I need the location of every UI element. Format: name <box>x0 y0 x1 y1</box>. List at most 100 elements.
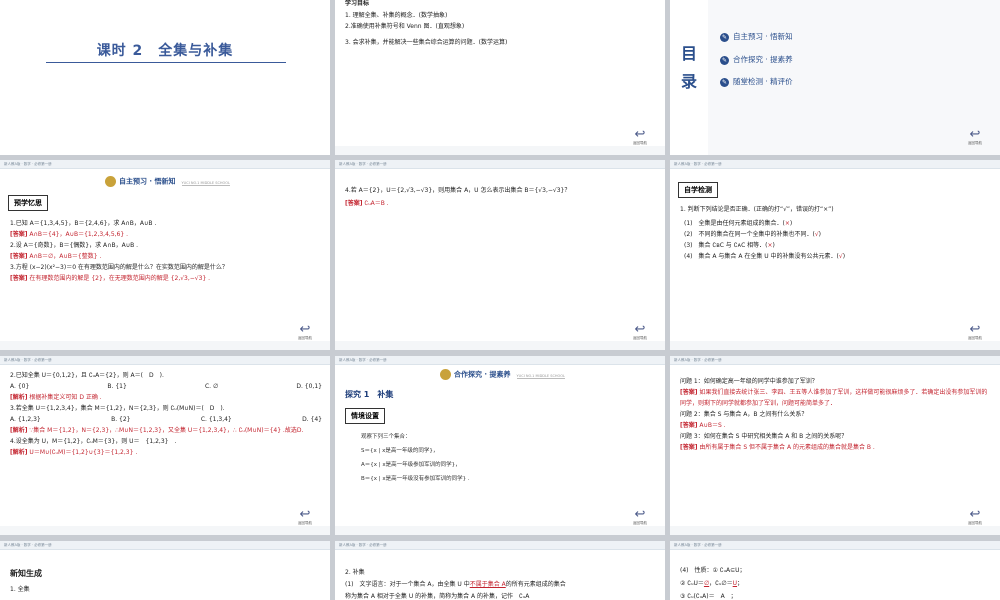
objective-item: 2.准确使用补集符号和 Venn 图．(直观想象) <box>345 23 465 30</box>
answer-line: [答案] A∩B＝∅，A∪B＝{整数} . <box>10 251 322 262</box>
option-row: A. {0} B. {1} C. ∅ D. {0,1} <box>10 381 322 392</box>
label-box: 自学检测 <box>678 182 718 198</box>
answer-tag: [答案] <box>10 231 28 238</box>
slide-1-title[interactable]: 课时 2 全集与补集 <box>0 0 330 155</box>
check-intro: 1. 判断下列结论是否正确．(正确的打“√”，错误的打“×”) <box>680 206 834 213</box>
slide-topbar: 新人教A版 · 数学 · 必修第一册 <box>670 356 1000 365</box>
check-question: (4) 集合 A 与集合 A 在全集 U 中的补集没有公共元素．( <box>684 253 839 260</box>
slide-12-properties[interactable]: 新人教A版 · 数学 · 必修第一册 (4) 性质：① ∁ᵤA⊆U； ② ∁ᵤU… <box>670 541 1000 600</box>
option-item: C. ∅ <box>204 383 219 390</box>
answer-tag: [答案] <box>680 422 698 429</box>
check-items: (1) 全集是由任何元素组成的集合．(×) (2) 不同的集合在同一个全集中的补集… <box>684 218 992 262</box>
slide-4-preview[interactable]: 新人教A版 · 数学 · 必修第一册 自主预习 · 悟新知 YUCI NO.1 M… <box>0 160 330 350</box>
back-arrow-icon: ↩ <box>634 127 646 142</box>
answer-tag: [解析] <box>10 394 28 401</box>
back-nav-button[interactable]: ↩ 返回导航 <box>629 323 651 341</box>
answer-text: U＝M∪(∁ᵤM)＝{1,2}∪{3}＝{1,2,3} . <box>29 449 138 456</box>
section-title: 探究 1 补集 <box>345 390 394 399</box>
answer-line: [解析] U＝M∪(∁ᵤM)＝{1,2}∪{3}＝{1,2,3} . <box>10 447 322 458</box>
answer-text: A∩B＝{4}，A∪B＝{1,2,3,4,5,6} . <box>29 231 128 238</box>
answer-line: [答案] 由所有属于集合 S 但不属于集合 A 的元素组成的集合就是集合 B . <box>680 442 992 453</box>
answer-tag: [答案] <box>10 253 28 260</box>
back-arrow-icon: ↩ <box>634 507 646 522</box>
check-item: (1) 全集是由任何元素组成的集合．(×) <box>684 218 992 229</box>
scenario-text: 观察下列三个集合： S＝{x | x是高一年级的同学}， A＝{x | x是高一… <box>361 434 470 482</box>
back-nav-button[interactable]: ↩ 返回导航 <box>964 128 986 146</box>
back-arrow-icon: ↩ <box>969 322 981 337</box>
complement-definition: (1) 文字语言：对于一个集合 A，由全集 U 中不属于集合 A的所有元素组成的… <box>345 581 566 588</box>
slide-2-objectives[interactable]: 学习目标 1. 理解全集、补集的概念．(数学抽象) 2.准确使用补集符号和 Ve… <box>335 0 665 155</box>
badge-icon <box>440 369 451 380</box>
slide-7-exercises[interactable]: 新人教A版 · 数学 · 必修第一册 2.已知全集 U＝{0,1,2}，且 ∁ᵤ… <box>0 356 330 535</box>
question-line: 1.已知 A＝{1,3,4,5}，B＝{2,4,6}，求 A∩B，A∪B . <box>10 220 157 227</box>
check-close: ) <box>842 253 846 260</box>
back-arrow-icon: ↩ <box>969 507 981 522</box>
catalog-item-preview[interactable]: ✎ 自主预习 · 悟新知 <box>720 31 793 42</box>
slide-5-question[interactable]: 新人教A版 · 数学 · 必修第一册 4.若 A＝{2}，U＝{2,√3,−√3… <box>335 160 665 350</box>
check-item: (2) 不同的集合在同一个全集中的补集也不同．(√) <box>684 229 992 240</box>
slide-topbar: 新人教A版 · 数学 · 必修第一册 <box>335 160 665 169</box>
slide-topbar: 新人教A版 · 数学 · 必修第一册 <box>0 356 330 365</box>
slide-9-questions[interactable]: 新人教A版 · 数学 · 必修第一册 问题 1：如何确定高一年级的同学中谁参加了… <box>670 356 1000 535</box>
question-line: 2.已知全集 U＝{0,1,2}，且 ∁ᵤA＝{2}，则 A＝( D ). <box>10 372 164 379</box>
slide-topbar: 新人教A版 · 数学 · 必修第一册 <box>335 356 665 365</box>
slide-thumbnail-grid: 课时 2 全集与补集 学习目标 1. 理解全集、补集的概念．(数学抽象) 2.准… <box>0 0 1000 600</box>
option-item: B. {1} <box>107 383 127 390</box>
slide-footer <box>670 526 1000 535</box>
objectives-heading: 学习目标 <box>345 0 370 7</box>
pencil-icon: ✎ <box>720 77 729 87</box>
answer-line: [答案] A∩B＝{4}，A∪B＝{1,2,3,4,5,6} . <box>10 229 322 240</box>
slide-10-new-knowledge[interactable]: 新人教A版 · 数学 · 必修第一册 新知生成 1. 全集 <box>0 541 330 600</box>
answer-text: ∵集合 M＝{1,2}，N＝{2,3}，∴M∪N＝{1,2,3}，又全集 U＝{… <box>29 427 304 434</box>
back-nav-button[interactable]: ↩ 返回导航 <box>629 128 651 146</box>
answer-tag: [答案] <box>680 389 698 396</box>
back-nav-button[interactable]: ↩ 返回导航 <box>964 323 986 341</box>
check-question: (1) 全集是由任何元素组成的集合．( <box>684 220 785 227</box>
catalog-item-explore[interactable]: ✎ 合作探究 · 提素养 <box>720 54 793 65</box>
option-item: B. {2} <box>111 416 131 423</box>
answer-tag: [解析] <box>10 449 28 456</box>
slide-footer <box>335 526 665 535</box>
answer-line: [答案] A∪B＝S . <box>680 420 992 431</box>
property-2: ② ∁ᵤU＝∅，∁ᵤ∅＝U； <box>680 580 744 587</box>
slide-11-complement[interactable]: 新人教A版 · 数学 · 必修第一册 2. 补集 (1) 文字语言：对于一个集合… <box>335 541 665 600</box>
complement-head: 2. 补集 <box>345 569 365 576</box>
answer-tag: [答案] <box>680 444 698 451</box>
answer-tag: [答案] <box>10 275 28 282</box>
answer-text: 在有理数范围内的解是 {2}，在无理数范围内的解是 {2,√3,−√3} . <box>29 275 211 282</box>
title-underline <box>46 62 286 63</box>
check-question: (3) 集合 ∁ʙC 与 ∁ᴀC 相等．( <box>684 242 768 249</box>
back-nav-button[interactable]: ↩ 返回导航 <box>294 323 316 341</box>
check-item: (4) 集合 A 与集合 A 在全集 U 中的补集没有公共元素．(√) <box>684 251 992 262</box>
objective-item: 1. 理解全集、补集的概念．(数学抽象) <box>345 12 448 19</box>
complement-definition-2: 称为集合 A 相对于全集 U 的补集，简称为集合 A 的补集，记作 ∁ᵤA <box>345 593 530 600</box>
option-item: A. {1,2,3} <box>10 416 41 423</box>
back-nav-button[interactable]: ↩ 返回导航 <box>294 508 316 526</box>
answer-text: 由所有属于集合 S 但不属于集合 A 的元素组成的集合就是集合 B . <box>699 444 875 451</box>
slide-footer <box>0 526 330 535</box>
answer-line: [答案] ∁ᵤA＝B . <box>345 200 389 207</box>
catalog-title: 目录 <box>680 44 697 91</box>
slide-topbar: 新人教A版 · 数学 · 必修第一册 <box>335 541 665 550</box>
answer-line: [解析] 根据补集定义可知 D 正确 . <box>10 392 322 403</box>
slide-3-catalog[interactable]: 目录 ✎ 自主预习 · 悟新知 ✎ 合作探究 · 提素养 ✎ 随堂检测 · 精评价 ↩… <box>670 0 1000 155</box>
section-header: 自主预习 · 悟新知 YUCI NO.1 MIDDLE SCHOOL <box>105 176 230 187</box>
slide-footer <box>0 341 330 350</box>
new-knowledge-title: 新知生成 <box>10 569 42 578</box>
answer-text: A∪B＝S . <box>699 422 726 429</box>
answer-text: 如果我们直接去统计张三、李四、王五等人谁参加了军训，这样做可能很麻烦多了．若确定… <box>680 389 988 407</box>
back-nav-button[interactable]: ↩ 返回导航 <box>629 508 651 526</box>
answer-line: [解析] ∵集合 M＝{1,2}，N＝{2,3}，∴M∪N＝{1,2,3}，又全… <box>10 425 322 436</box>
pencil-icon: ✎ <box>720 55 729 65</box>
slide-topbar: 新人教A版 · 数学 · 必修第一册 <box>0 541 330 550</box>
lesson-title: 课时 2 全集与补集 <box>96 43 234 59</box>
slide-8-explore[interactable]: 新人教A版 · 数学 · 必修第一册 合作探究 · 提素养 YUCI NO.1 M… <box>335 356 665 535</box>
objective-item: 3. 会求补集，并能解决一些集合综合运算的问题．(数学运算) <box>345 39 508 46</box>
back-nav-button[interactable]: ↩ 返回导航 <box>964 508 986 526</box>
catalog-item-check[interactable]: ✎ 随堂检测 · 精评价 <box>720 76 793 87</box>
option-item: D. {4} <box>302 416 322 423</box>
section-header: 合作探究 · 提素养 YUCI NO.1 MIDDLE SCHOOL <box>440 369 565 380</box>
badge-icon <box>105 176 116 187</box>
answer-line: [答案] 在有理数范围内的解是 {2}，在无理数范围内的解是 {2,√3,−√3… <box>10 273 322 284</box>
slide-6-selfcheck[interactable]: 新人教A版 · 数学 · 必修第一册 自学检测 1. 判断下列结论是否正确．(正… <box>670 160 1000 350</box>
